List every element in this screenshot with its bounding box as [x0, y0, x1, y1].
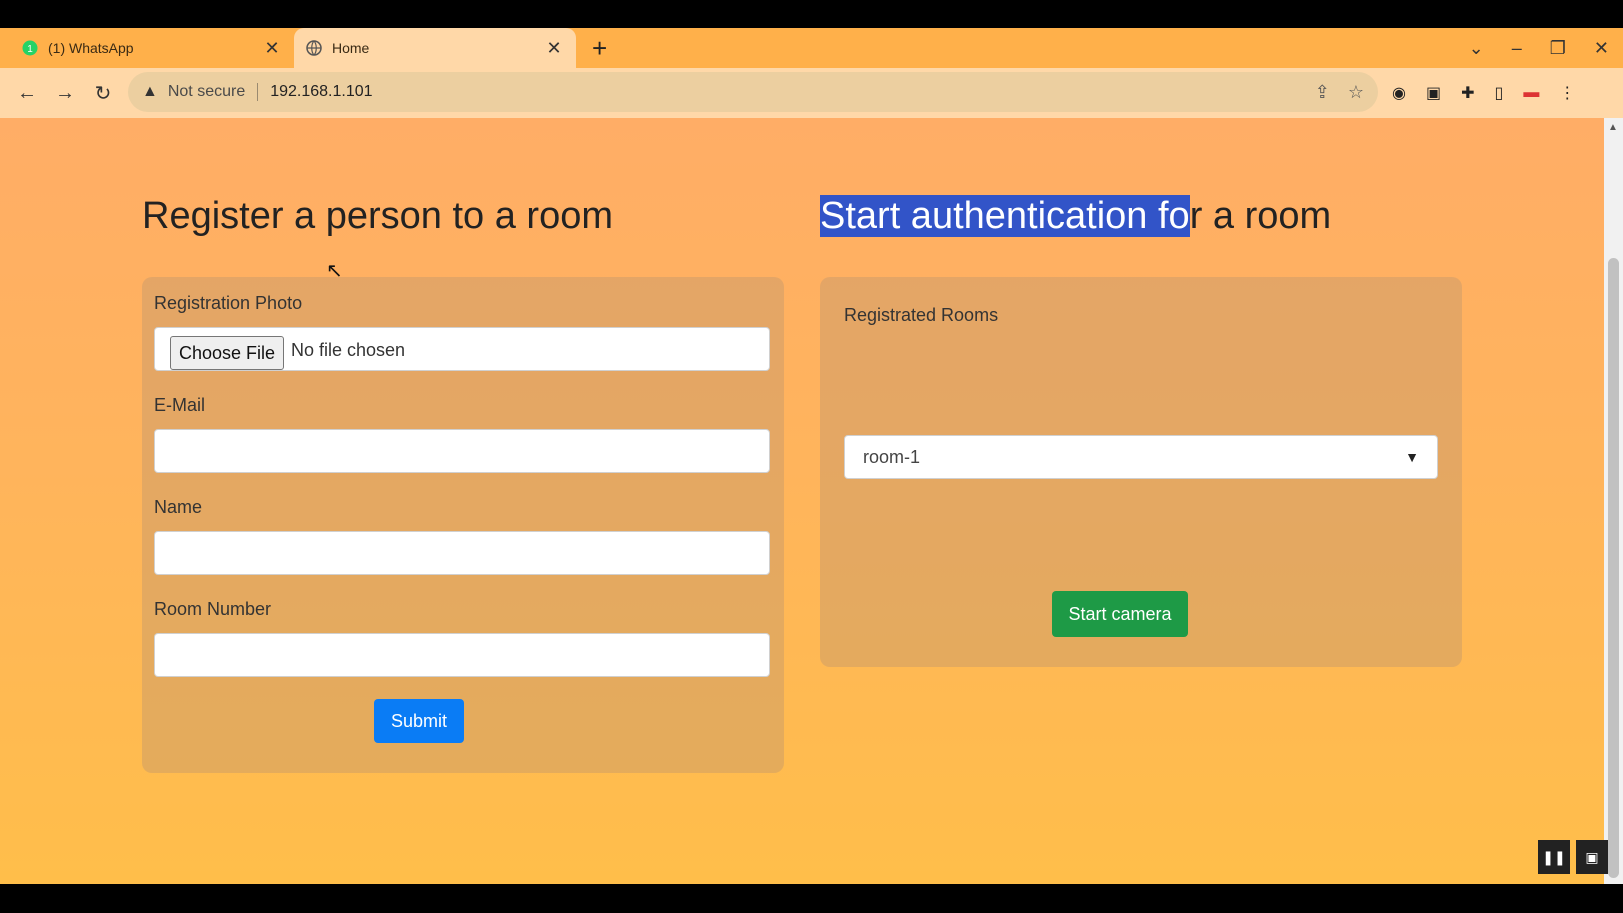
kebab-menu-icon[interactable]: ⋮: [1559, 83, 1575, 103]
room-select[interactable]: room-1 ▼: [844, 435, 1438, 479]
scroll-up-icon[interactable]: ▲: [1608, 122, 1618, 133]
svg-text:1: 1: [27, 44, 33, 55]
mouse-cursor-icon: ↖: [326, 260, 343, 282]
picture-in-picture-icon[interactable]: ▣: [1576, 840, 1608, 874]
screen-top-bar: [0, 0, 1623, 28]
screen-bottom-bar: [0, 884, 1623, 913]
back-icon[interactable]: ←: [8, 82, 46, 105]
start-camera-button[interactable]: Start camera: [1052, 591, 1188, 637]
register-heading: Register a person to a room: [142, 195, 614, 237]
tab-title: (1) WhatsApp: [48, 40, 134, 56]
room-select-value: room-1: [863, 446, 921, 467]
url-text[interactable]: 192.168.1.101: [270, 83, 372, 101]
security-label[interactable]: Not secure: [168, 83, 245, 101]
warning-icon[interactable]: ▲: [142, 83, 158, 101]
page-scrollbar[interactable]: ▲: [1604, 118, 1623, 884]
media-controls: ❚❚ ▣: [1538, 840, 1608, 874]
auth-heading: Start authentication for a room: [820, 195, 1331, 238]
submit-button[interactable]: Submit: [374, 699, 464, 743]
scrollbar-thumb[interactable]: [1608, 258, 1619, 878]
window-close-icon[interactable]: ✕: [1594, 38, 1609, 59]
email-label: E-Mail: [154, 395, 206, 415]
tab-strip: 1 (1) WhatsApp ✕ Home ✕ + ⌄ – ❐ ✕: [0, 28, 1623, 68]
no-file-text: No file chosen: [291, 340, 406, 360]
authentication-card: Registrated Rooms room-1 ▼ Start camera: [820, 277, 1462, 667]
tab-search-chevron-icon[interactable]: ⌄: [1469, 38, 1484, 59]
side-panel-icon[interactable]: ▯: [1495, 83, 1504, 103]
screenshot-extension-icon[interactable]: ▣: [1426, 83, 1441, 103]
whatsapp-icon: 1: [22, 40, 38, 56]
page-content: Register a person to a room Start authen…: [0, 118, 1604, 884]
register-form-card: Registration Photo Choose File No file c…: [142, 277, 784, 773]
email-field[interactable]: [154, 429, 770, 473]
room-number-label: Room Number: [154, 599, 272, 619]
chevron-down-icon: ▼: [1405, 449, 1419, 465]
name-label: Name: [154, 497, 203, 517]
room-number-field[interactable]: [154, 633, 770, 677]
pause-icon[interactable]: ❚❚: [1538, 840, 1570, 874]
new-tab-button[interactable]: +: [592, 34, 607, 62]
recorder-extension-icon[interactable]: ▬: [1523, 84, 1539, 102]
bookmark-star-icon[interactable]: ☆: [1348, 82, 1364, 103]
photo-file-input[interactable]: Choose File No file chosen: [154, 327, 770, 371]
close-icon[interactable]: ✕: [544, 38, 564, 59]
name-field[interactable]: [154, 531, 770, 575]
tab-whatsapp[interactable]: 1 (1) WhatsApp ✕: [10, 28, 294, 68]
choose-file-button[interactable]: Choose File: [170, 336, 285, 370]
rooms-label: Registrated Rooms: [844, 305, 999, 325]
forward-icon[interactable]: →: [46, 82, 84, 105]
window-controls: ⌄ – ❐ ✕: [1469, 28, 1609, 68]
photo-label: Registration Photo: [154, 293, 303, 313]
auth-heading-rest: r a room: [1189, 195, 1332, 237]
minimize-icon[interactable]: –: [1512, 38, 1522, 59]
panda-extension-icon[interactable]: ◉: [1392, 83, 1406, 103]
close-icon[interactable]: ✕: [262, 38, 282, 59]
share-icon[interactable]: ⇪: [1315, 82, 1330, 103]
auth-heading-selected-text: Start authentication fo: [820, 195, 1190, 237]
tab-title: Home: [332, 40, 370, 56]
reload-icon[interactable]: ↻: [84, 81, 122, 106]
puzzle-icon[interactable]: ✚: [1461, 83, 1474, 103]
tab-home[interactable]: Home ✕: [294, 28, 576, 68]
browser-toolbar: ← → ↻ ▲ Not secure 192.168.1.101 ⇪ ☆ ◉ ▣…: [0, 68, 1623, 118]
address-bar[interactable]: ▲ Not secure 192.168.1.101 ⇪ ☆: [128, 72, 1378, 112]
globe-icon: [306, 40, 322, 56]
divider: [257, 83, 259, 101]
extensions-area: ◉ ▣ ✚ ▯ ▬ ⋮: [1392, 68, 1575, 118]
restore-icon[interactable]: ❐: [1550, 38, 1566, 59]
